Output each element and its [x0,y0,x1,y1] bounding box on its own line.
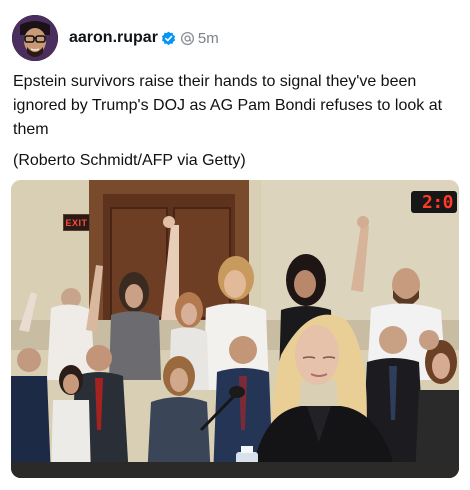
exit-sign: EXIT [63,214,90,231]
post-header: aaron.rupar 5m [12,14,219,62]
digital-clock-text: 2:0 [421,191,454,213]
verified-badge-icon [161,31,176,46]
post-meta: aaron.rupar 5m [69,29,219,47]
post-body-text: Epstein survivors raise their hands to s… [13,73,443,138]
photo-credit-caption: (Roberto Schmidt/AFP via Getty) [13,152,246,169]
username-link[interactable]: aaron.rupar [69,29,158,47]
exit-sign-text: EXIT [65,217,88,228]
digital-clock: 2:0 [411,191,457,213]
avatar[interactable] [12,15,58,61]
post-timestamp: 5m [197,29,219,47]
threads-logo-icon [180,31,195,46]
post-photo[interactable]: EXIT 2:0 [11,180,459,478]
